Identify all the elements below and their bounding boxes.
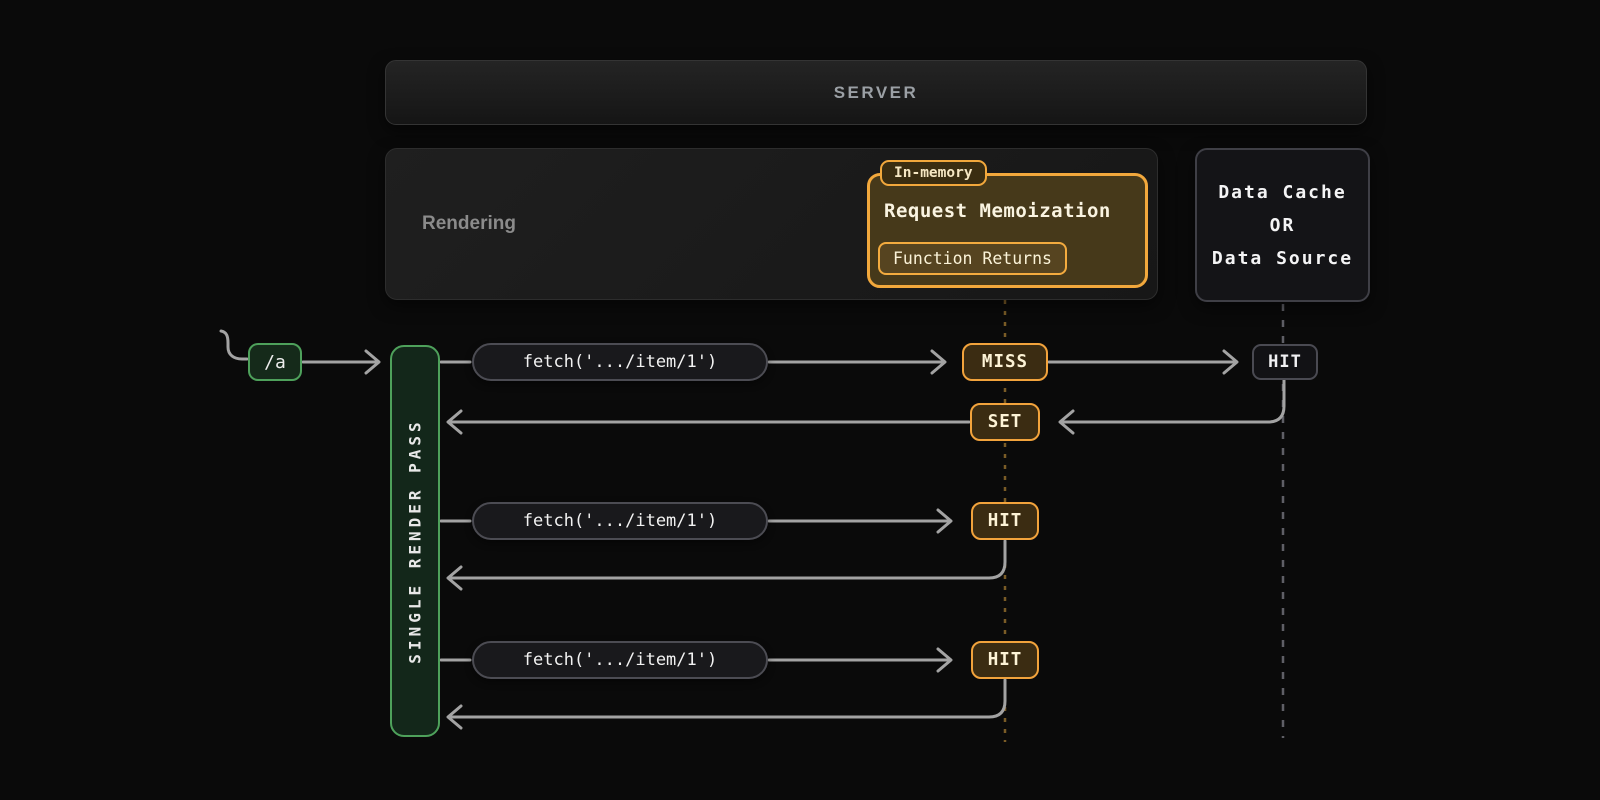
rendering-label: Rendering (422, 213, 516, 235)
request-memoization-title: Request Memoization (884, 200, 1111, 222)
in-memory-badge: In-memory (880, 160, 987, 186)
cache-hit-to-set-line (1062, 380, 1284, 422)
row3-return-line (450, 680, 1005, 717)
miss-badge: MISS (962, 343, 1048, 381)
data-cache-line1: Data Cache (1218, 176, 1346, 209)
server-label: SERVER (834, 83, 919, 103)
server-header: SERVER (385, 60, 1367, 125)
function-returns-button: Function Returns (878, 242, 1067, 275)
single-render-pass-bar: SINGLE RENDER PASS (390, 345, 440, 737)
route-label: /a (264, 352, 286, 373)
memo-hit-badge-row2: HIT (971, 502, 1039, 540)
data-cache-line3: Data Source (1212, 242, 1353, 275)
data-cache-line2: OR (1270, 209, 1296, 242)
set-badge: SET (970, 403, 1040, 441)
cache-hit-badge: HIT (1252, 344, 1318, 380)
single-render-pass-label: SINGLE RENDER PASS (406, 418, 425, 663)
row2-return-line (450, 541, 1005, 578)
fetch-pill-row3: fetch('.../item/1') (472, 641, 768, 679)
request-memoization-diagram: SERVER Rendering In-memory Request Memoi… (0, 0, 1600, 800)
route-entry-hook (221, 331, 247, 359)
fetch-pill-row2: fetch('.../item/1') (472, 502, 768, 540)
route-badge: /a (248, 343, 302, 381)
request-memoization-box: In-memory Request Memoization Function R… (867, 173, 1148, 288)
memo-hit-badge-row3: HIT (971, 641, 1039, 679)
fetch-pill-row1: fetch('.../item/1') (472, 343, 768, 381)
data-cache-box: Data Cache OR Data Source (1195, 148, 1370, 302)
